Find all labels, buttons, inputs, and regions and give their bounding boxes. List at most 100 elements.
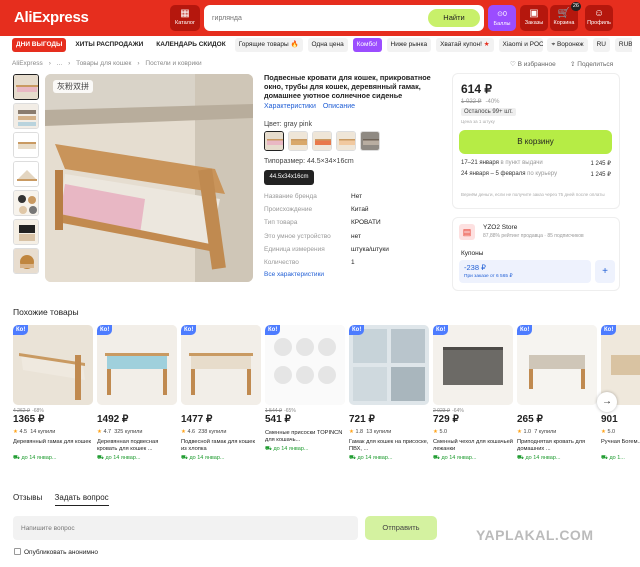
coupon-card[interactable]: -238 ₽ При заказе от 6 565 ₽ (459, 260, 591, 283)
product-thumbnail (181, 325, 261, 405)
product-card-image[interactable]: Ко! (265, 325, 345, 405)
star-icon: ★ (181, 429, 186, 435)
product-card-image[interactable]: Ко! (97, 325, 177, 405)
thumbnail[interactable] (13, 219, 39, 245)
search-button[interactable]: Найти (428, 9, 480, 27)
location-selector[interactable]: ⌖ Воронеж (547, 38, 588, 52)
product-card[interactable]: Ко! 721 ₽ ★ 1.8 13 купили Гамак для кошек н… (349, 325, 429, 475)
watermark: YAPLAKAL.COM (476, 527, 594, 543)
bonus-button[interactable]: ⊙0 Баллы (488, 5, 516, 31)
add-to-cart-button[interactable]: В корзину (459, 130, 612, 154)
store-name[interactable]: YZO2 Store (483, 224, 517, 231)
card-title: Деревянная подвесная кровать для кошек .… (97, 439, 159, 452)
delivery-option[interactable]: 24 января – 5 февраля по курьеру 1 245 ₽ (461, 171, 611, 178)
color-option[interactable] (287, 131, 308, 151)
cart-button[interactable]: 🛒 Корзина 26 (550, 2, 581, 31)
anonymous-checkbox[interactable]: Опубликовать анонимно (14, 548, 98, 556)
nav-grab-coupon-label: Хватай купон! (440, 41, 482, 48)
main-product-image[interactable]: 灰粉双拼 (45, 74, 253, 282)
card-price: 1477 ₽ (181, 414, 213, 425)
thumbnail[interactable] (13, 161, 39, 187)
send-question-button[interactable]: Отправить (365, 516, 437, 540)
nav-one-price[interactable]: Одна цена (307, 38, 348, 52)
spec-value: 1 (351, 258, 355, 266)
product-thumbnail (517, 325, 597, 405)
breadcrumb-ellipsis[interactable]: ... (57, 60, 62, 67)
thumbnail[interactable] (13, 190, 39, 216)
coupon-add-button[interactable]: + (595, 260, 615, 283)
thumbnail[interactable] (13, 248, 39, 274)
nav-hot-goods[interactable]: Горящие товары 🔥 (234, 38, 303, 52)
search-bar: Найти (204, 5, 484, 31)
profile-button[interactable]: ☺ Профиль (585, 5, 613, 31)
spec-value: Нет (351, 193, 363, 200)
category-nav: ДНИ ВЫГОДЫ ХИТЫ РАСПРОДАЖИ КАЛЕНДАРЬ СКИ… (12, 38, 632, 52)
catalog-button[interactable]: ▦ Каталог (170, 5, 200, 31)
tab-reviews[interactable]: Отзывы (13, 493, 42, 505)
nav-days-of-savings[interactable]: ДНИ ВЫГОДЫ (12, 38, 67, 52)
color-option[interactable] (311, 131, 332, 151)
product-card[interactable]: Ко! 265 ₽ ★ 1.0 7 купили Приподнятая кроват… (517, 325, 597, 475)
currency-selector[interactable]: RUB (614, 38, 632, 52)
tab-ask-question[interactable]: Задать вопрос (54, 493, 109, 506)
combo-badge: Ко! (601, 325, 617, 335)
card-rating-row: ★ 1.8 13 купили (349, 429, 429, 435)
spec-value: нет (351, 232, 361, 240)
orders-button[interactable]: ▣ Заказы (520, 5, 548, 31)
product-card[interactable]: Ко! 2 023 ₽ -64% 729 ₽ ★ 5.0 Сменный чехол д… (433, 325, 513, 475)
product-card-image[interactable]: Ко! (433, 325, 513, 405)
product-card-image[interactable]: Ко! (13, 325, 93, 405)
spec-row: Единица измерения штука/штуки (264, 246, 444, 259)
search-input[interactable] (212, 11, 412, 25)
breadcrumb-beds[interactable]: Постели и коврики (145, 60, 201, 67)
favorite-button[interactable]: ♡ В избранное (510, 60, 556, 68)
product-card[interactable]: Ко! 1492 ₽ ★ 4.7 325 купили Деревянная подв… (97, 325, 177, 475)
product-card-image[interactable]: Ко! (517, 325, 597, 405)
product-card-image[interactable]: Ко! (349, 325, 429, 405)
nav-sale-hits[interactable]: ХИТЫ РАСПРОДАЖИ (71, 38, 147, 52)
product-card-image[interactable]: Ко! (181, 325, 261, 405)
color-option[interactable] (335, 131, 356, 151)
card-delivery-text: до 14 январ... (21, 455, 57, 461)
truck-icon: ⛟ (433, 455, 440, 461)
fire-icon: 🔥 (290, 41, 299, 48)
thumbnail[interactable] (13, 74, 39, 100)
share-button[interactable]: ⇪ Поделиться (570, 60, 613, 68)
product-card[interactable]: Ко! 1477 ₽ ★ 4.6 238 купили Подвесной гамак… (181, 325, 261, 475)
product-card[interactable]: Ко! 1 544 ₽ -65% 541 ₽ Сменные присоски TOPI… (265, 325, 345, 475)
combo-badge: Ко! (433, 325, 449, 335)
nav-below-market[interactable]: Ниже рынка (386, 38, 432, 52)
aliexpress-logo[interactable]: AliExpress (14, 9, 89, 26)
spec-key: Это умное устройство (264, 232, 331, 240)
color-option[interactable] (264, 131, 284, 151)
language-selector[interactable]: RU (592, 38, 610, 52)
delivery-option[interactable]: 17–21 января в пункт выдачи 1 245 ₽ (461, 160, 612, 167)
color-option[interactable] (359, 131, 380, 151)
card-delivery-text: до 1... (609, 455, 625, 461)
question-input[interactable] (13, 516, 358, 540)
tab-description[interactable]: Описание (323, 103, 355, 110)
tab-specs[interactable]: Характеристики (264, 103, 316, 110)
favorite-label: В избранное (517, 61, 556, 68)
product-card[interactable]: Ко! 4 262 ₽ -68% 1365 ₽ ★ 4.5 14 купили Дерев… (13, 325, 93, 475)
store-icon[interactable]: ▤ (459, 224, 475, 240)
nav-combo[interactable]: Комбо! (352, 38, 382, 52)
buy-box: 614 ₽ 1 022 ₽ -40% Осталось 99+ шт. Цена … (452, 73, 620, 209)
thumbnail[interactable] (13, 103, 39, 129)
card-delivery-text: до 14 январ... (525, 455, 561, 461)
breadcrumb-cat-goods[interactable]: Товары для кошек (76, 60, 131, 67)
carousel-next-button[interactable]: → (597, 392, 617, 412)
card-delivery: ⛟ до 14 январ... (517, 455, 597, 462)
card-sold: 7 купили (534, 429, 557, 435)
coupon-amount: -238 ₽ (464, 263, 486, 272)
size-option[interactable]: 44.5x34x16cm (264, 170, 314, 185)
nav-discount-calendar[interactable]: КАЛЕНДАРЬ СКИДОК (152, 38, 229, 52)
stock-badge: Осталось 99+ шт. (461, 108, 516, 116)
delivery-price: 1 245 ₽ (590, 161, 612, 167)
breadcrumb-home[interactable]: AliExpress (12, 60, 43, 67)
nav-grab-coupon[interactable]: Хватай купон! ★ (436, 38, 494, 52)
nav-xiaomi-poco[interactable]: Xiaomi и POCO (498, 38, 543, 52)
thumbnail[interactable] (13, 132, 39, 158)
all-specs-link[interactable]: Все характеристики (264, 271, 324, 278)
gallery-thumbnails (13, 74, 41, 277)
